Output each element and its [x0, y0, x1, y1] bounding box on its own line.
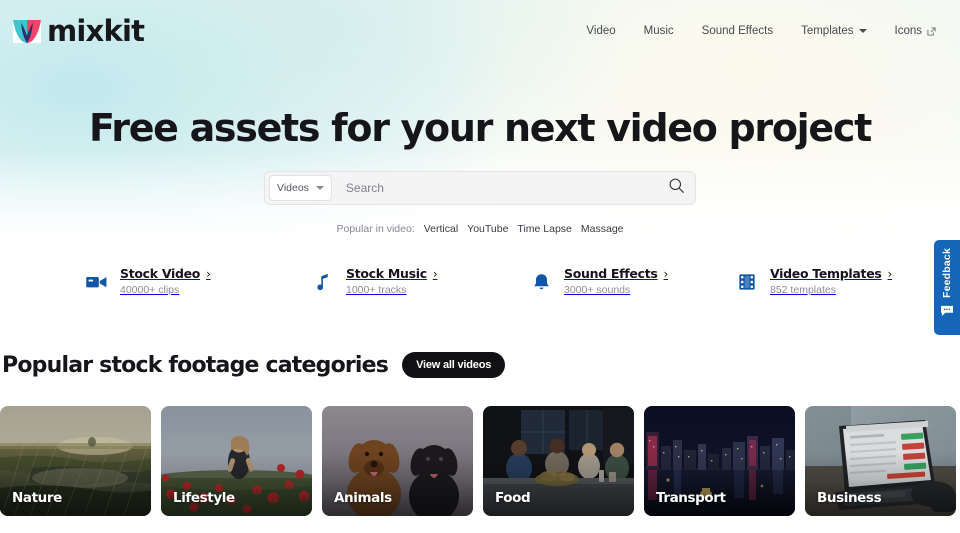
chevron-right-icon: › — [887, 266, 893, 281]
nav-item-video[interactable]: Video — [586, 25, 615, 37]
category-card-transport[interactable]: Transport — [644, 406, 795, 516]
nav-item-label: Sound Effects — [701, 25, 774, 37]
mixkit-logo-icon — [12, 18, 42, 45]
external-link-icon — [927, 26, 936, 36]
card-scrim — [322, 452, 473, 516]
quick-link-video-templates[interactable]: Video Templates › 852 templates — [734, 266, 934, 312]
category-card-nature[interactable]: Nature — [0, 406, 151, 516]
card-scrim — [644, 452, 795, 516]
popular-tag-time-lapse[interactable]: Time Lapse — [517, 223, 571, 235]
nav-item-music[interactable]: Music — [644, 25, 674, 37]
page-root: mixkit Video Music Sound Effects Templat… — [0, 0, 960, 533]
view-all-videos-button[interactable]: View all videos — [402, 352, 506, 378]
quick-link-title-text: Sound Effects — [564, 266, 658, 281]
category-label: Lifestyle — [173, 490, 235, 506]
music-note-icon — [310, 268, 336, 296]
feedback-label: Feedback — [941, 248, 953, 299]
quick-link-subtitle: 3000+ sounds — [564, 284, 631, 296]
speech-bubble-icon — [940, 304, 954, 322]
popular-searches: Popular in video: Vertical YouTube Time … — [0, 223, 960, 235]
chevron-down-icon — [858, 29, 867, 33]
search-bar: Videos — [264, 171, 696, 205]
nav-item-templates[interactable]: Templates — [801, 25, 867, 37]
chevron-right-icon: › — [206, 266, 211, 281]
main-navigation: Video Music Sound Effects Templates Icon… — [586, 25, 936, 37]
nav-item-label: Icons — [894, 25, 923, 37]
card-scrim — [483, 452, 634, 516]
nav-item-label: Templates — [801, 25, 854, 37]
quick-link-title-text: Stock Music — [346, 266, 427, 281]
search-input[interactable] — [335, 181, 661, 195]
nav-item-sound-effects[interactable]: Sound Effects — [702, 25, 773, 37]
quick-link-title: Sound Effects › — [564, 266, 668, 281]
category-label: Nature — [12, 490, 62, 506]
category-card-lifestyle[interactable]: Lifestyle — [161, 406, 312, 516]
page-title: Free assets for your next video project — [89, 106, 872, 150]
nav-item-icons[interactable]: Icons — [895, 25, 937, 37]
quick-link-title-text: Stock Video — [120, 266, 201, 281]
card-scrim — [805, 452, 956, 516]
nav-item-label: Music — [643, 25, 674, 37]
quick-link-sound-effects[interactable]: Sound Effects › 3000+ sounds — [528, 266, 734, 312]
card-scrim — [0, 452, 151, 516]
category-label: Food — [495, 490, 531, 506]
category-card-food[interactable]: Food — [483, 406, 634, 516]
film-strip-icon — [734, 268, 760, 296]
video-camera-icon — [84, 268, 110, 296]
category-label: Transport — [656, 490, 726, 506]
quick-link-title-text: Video Templates — [770, 266, 882, 281]
category-label: Business — [817, 490, 882, 506]
quick-link-stock-music[interactable]: Stock Music › 1000+ tracks — [310, 266, 528, 312]
chevron-right-icon: › — [663, 266, 669, 281]
popular-tag-vertical[interactable]: Vertical — [424, 223, 458, 235]
category-card-animals[interactable]: Animals — [322, 406, 473, 516]
search-filter-value: Videos — [277, 182, 309, 194]
category-card-grid: Nature Lifestyle Animals Food Transport … — [0, 406, 960, 516]
bell-icon — [528, 268, 554, 296]
search-filter-select[interactable]: Videos — [269, 175, 332, 201]
popular-tag-youtube[interactable]: YouTube — [467, 223, 508, 235]
chevron-right-icon: › — [432, 266, 438, 281]
popular-label: Popular in video: — [336, 223, 415, 235]
search-icon — [668, 177, 685, 199]
quick-link-subtitle: 1000+ tracks — [346, 284, 407, 296]
card-scrim — [161, 452, 312, 516]
popular-tag-massage[interactable]: Massage — [581, 223, 624, 235]
feedback-tab[interactable]: Feedback — [934, 240, 960, 335]
site-header: mixkit Video Music Sound Effects Templat… — [0, 0, 960, 62]
quick-link-subtitle: 40000+ clips — [120, 284, 180, 296]
quick-link-title: Video Templates › — [770, 266, 892, 281]
section-title: Popular stock footage categories — [2, 352, 389, 378]
quick-link-subtitle: 852 templates — [770, 284, 836, 296]
search-submit-button[interactable] — [661, 173, 691, 203]
quick-link-title: Stock Video › — [120, 266, 211, 281]
quick-link-title: Stock Music › — [346, 266, 438, 281]
section-header: Popular stock footage categories View al… — [0, 352, 960, 378]
nav-item-label: Video — [586, 25, 616, 37]
brand-name: mixkit — [47, 14, 145, 48]
quick-links-row: Stock Video › 40000+ clips Stock Music ›… — [0, 266, 960, 312]
category-label: Animals — [334, 490, 392, 506]
category-card-business[interactable]: Business — [805, 406, 956, 516]
quick-link-stock-video[interactable]: Stock Video › 40000+ clips — [84, 266, 310, 312]
brand-logo-link[interactable]: mixkit — [12, 14, 145, 48]
chevron-down-icon — [315, 186, 324, 190]
